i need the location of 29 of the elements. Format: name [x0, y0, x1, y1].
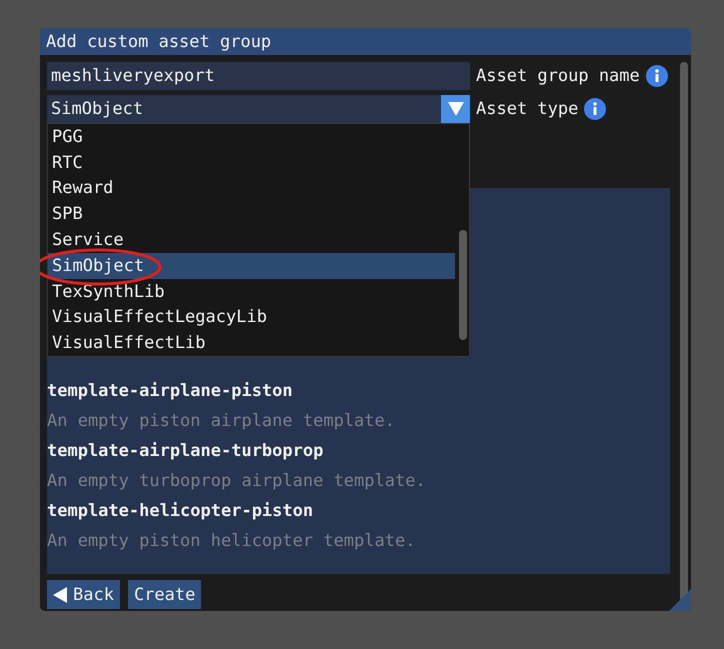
triangle-left-icon: [53, 586, 67, 602]
info-icon[interactable]: [584, 98, 606, 120]
window-scrollbar[interactable]: [680, 62, 688, 602]
caret-icon: [441, 94, 470, 124]
resize-grip-icon[interactable]: [669, 589, 691, 611]
template-description: An empty turboprop airplane template.: [47, 470, 427, 493]
template-name[interactable]: template-helicopter-piston: [47, 496, 670, 526]
field-label: Asset type: [476, 99, 578, 119]
dropdown-item[interactable]: Service: [48, 227, 455, 253]
info-icon[interactable]: [646, 65, 668, 87]
dropdown-item[interactable]: RTC: [48, 150, 455, 176]
template-description: An empty piston helicopter template.: [47, 530, 416, 553]
asset-type-dropdown[interactable]: SimObject: [47, 94, 470, 124]
dropdown-item[interactable]: VisualEffectLib: [48, 330, 455, 356]
back-button[interactable]: Back: [47, 580, 120, 609]
dropdown-item[interactable]: Reward: [48, 176, 455, 202]
name-input-field[interactable]: meshliveryexport: [47, 62, 470, 90]
dropdown-item[interactable]: TexSynthLib: [48, 278, 455, 304]
dropdown-item[interactable]: SimObject: [48, 252, 455, 279]
window-title: Add custom asset group: [40, 28, 691, 55]
scrollbar-thumb[interactable]: [459, 230, 467, 340]
dropdown-item[interactable]: SPB: [48, 201, 455, 228]
create-button[interactable]: Create: [128, 580, 202, 609]
field-label: Asset group name: [476, 66, 640, 86]
template-description: An empty piston airplane template.: [47, 410, 396, 433]
dropdown-item[interactable]: PGG: [48, 124, 455, 150]
dropdown-item[interactable]: VisualEffectLegacyLib: [48, 304, 455, 330]
template-name[interactable]: template-airplane-piston: [47, 376, 670, 406]
template-name[interactable]: template-airplane-turboprop: [47, 436, 670, 466]
